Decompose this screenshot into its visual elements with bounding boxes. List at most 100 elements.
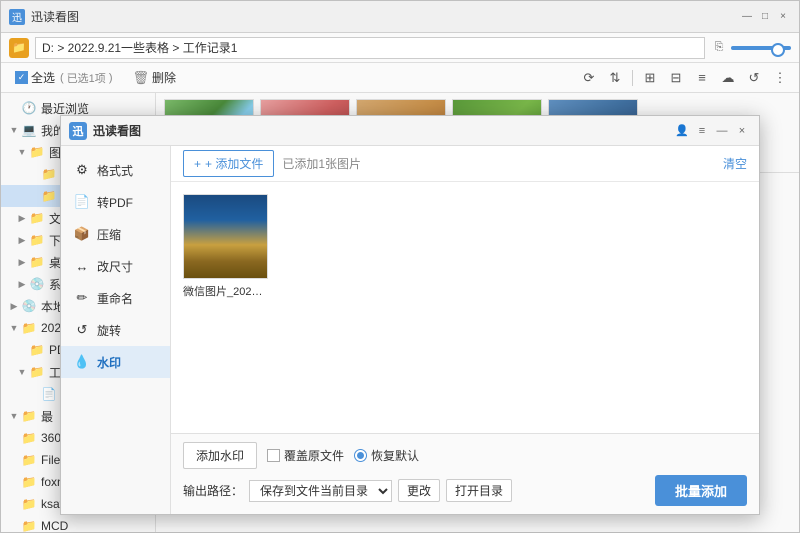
arrow-icon [9,477,19,487]
nav-item-rename[interactable]: ✏ 重命名 [61,282,170,314]
format-icon: ⚙ [73,161,91,179]
zoom-bar [731,46,791,50]
i360-label: 360 [41,431,61,445]
rename-icon: ✏ [73,289,91,307]
recent-label: 最近浏览 [41,100,89,117]
restore-default-radio-label[interactable]: 恢复默认 [354,447,419,464]
select-all-btn[interactable]: ✓ 全选 ( 已选1项 ) [9,67,118,88]
main-close-btn[interactable]: × [775,9,791,25]
restore-default-label: 恢复默认 [371,447,419,464]
disk-c-icon: 💿 [29,276,45,292]
bottom-row2: 输出路径： 保存到文件当前目录 更改 打开目录 批量添加 [183,475,747,506]
output-path-label: 输出路径： [183,482,243,499]
arrow-icon [29,389,39,399]
clear-btn[interactable]: 清空 [723,155,747,172]
filez-icon: 📁 [21,452,37,468]
dialog-minimize-btn[interactable]: — [713,122,731,140]
compress-icon: 📦 [73,225,91,243]
worklog-icon: 📁 [29,364,45,380]
image-filename-1: 微信图片_20221024114... [183,283,268,299]
top-bar-left: + + 添加文件 已添加1张图片 [183,150,361,177]
y2022-icon: 📁 [21,320,37,336]
arrow-icon [9,499,19,509]
output-path-select[interactable]: 保存到文件当前目录 [249,480,392,502]
arrow-icon: ▶ [17,235,27,245]
refresh-icon-btn[interactable]: ⟳ [578,67,600,89]
address-bar: 📁 ⎘ [1,33,799,63]
title-bar-left: 迅 迅读看图 [9,8,79,25]
sidebar-item-mcd[interactable]: 📁 MCD [1,515,155,532]
dialog-nav: ⚙ 格式式 📄 转PDF 📦 压缩 ↔ 改尺寸 ✏ 重命名 ↺ 旋转 [61,146,171,514]
arrow-icon: ▼ [17,147,27,157]
arrow-icon [9,433,19,443]
arrow-icon: ▶ [17,213,27,223]
cloud-icon-btn[interactable]: ☁ [717,67,739,89]
arrow-icon [29,191,39,201]
nav-item-rotate[interactable]: ↺ 旋转 [61,314,170,346]
app-icon: 迅 [9,9,25,25]
open-dir-btn[interactable]: 打开目录 [446,479,512,502]
folder-icon: 📁 [9,38,29,58]
nav-item-compress[interactable]: 📦 压缩 [61,218,170,250]
zoom-slider[interactable] [731,46,791,50]
add-file-label: + 添加文件 [205,155,263,172]
trash-icon: 🗑 [132,70,149,86]
arrow-icon: ▶ [17,257,27,267]
view2-icon-btn[interactable]: ⊟ [665,67,687,89]
dialog-title-left: 迅 迅读看图 [69,122,141,140]
added-count: 已添加1张图片 [282,155,361,172]
resize-icon: ↔ [73,257,91,275]
view1-icon-btn[interactable]: ⊞ [639,67,661,89]
dialog-menu-icon[interactable]: ≡ [693,122,711,140]
main-minimize-btn[interactable]: — [739,9,755,25]
toolbar: ✓ 全选 ( 已选1项 ) 🗑 删除 ⟳ ⇅ ⊞ ⊟ ≡ ☁ ↺ ⋮ [1,63,799,93]
add-watermark-btn[interactable]: 添加水印 [183,442,257,469]
bottom-row1: 添加水印 覆盖原文件 恢复默认 [183,442,747,469]
sort-icon-btn[interactable]: ⇅ [604,67,626,89]
change-btn[interactable]: 更改 [398,479,440,502]
selected-count-close: ) [109,72,113,84]
latest-icon: 📁 [21,408,37,424]
overwrite-checkbox[interactable] [267,449,280,462]
dialog-window: 迅 迅读看图 👤 ≡ — × ⚙ 格式式 📄 转PDF 📦 压缩 [60,115,760,515]
foxn-icon: 📁 [21,474,37,490]
image-thumb-1[interactable] [183,194,268,279]
sub-icon: 📄 [41,386,57,402]
nav-item-resize[interactable]: ↔ 改尺寸 [61,250,170,282]
menu-icon-btn[interactable]: ⋮ [769,67,791,89]
dialog-close-btn[interactable]: × [733,122,751,140]
image-sky-bg [184,195,267,278]
nav-item-watermark[interactable]: 💧 水印 [61,346,170,378]
dialog-image-area: 微信图片_20221024114... [171,182,759,433]
batch-add-btn[interactable]: 批量添加 [655,475,747,506]
resize-label: 改尺寸 [97,258,133,275]
mypc-icon: 💻 [21,122,37,138]
topdf-icon: 📄 [73,193,91,211]
delete-btn[interactable]: 🗑 删除 [126,67,182,88]
overwrite-checkbox-label[interactable]: 覆盖原文件 [267,447,344,464]
add-file-btn[interactable]: + + 添加文件 [183,150,274,177]
main-maximize-btn[interactable]: □ [757,9,773,25]
arrow-icon [29,169,39,179]
view3-icon-btn[interactable]: ≡ [691,67,713,89]
plus-icon: + [194,157,201,171]
rename-label: 重命名 [97,290,133,307]
select-all-label: 全选 [31,69,55,86]
main-window-controls: — □ × [739,9,791,25]
nav-item-topdf[interactable]: 📄 转PDF [61,186,170,218]
mcd-icon: 📁 [21,518,37,532]
dialog-title: 迅读看图 [93,122,141,139]
nav-item-format[interactable]: ⚙ 格式式 [61,154,170,186]
recent-icon: 🕐 [21,100,37,116]
select-all-checkbox[interactable]: ✓ [15,71,28,84]
dialog-user-icon[interactable]: 👤 [673,122,691,140]
address-input[interactable] [35,37,705,59]
dialog-body: ⚙ 格式式 📄 转PDF 📦 压缩 ↔ 改尺寸 ✏ 重命名 ↺ 旋转 [61,146,759,514]
saved-pictures-icon: 📁 [41,188,57,204]
compress-label: 压缩 [97,226,121,243]
rotate-icon-btn[interactable]: ↺ [743,67,765,89]
copy-path-icon[interactable]: ⎘ [711,40,727,56]
camera-roll-icon: 📁 [41,166,57,182]
restore-default-radio[interactable] [354,449,367,462]
pdf-icon: 📁 [29,342,45,358]
